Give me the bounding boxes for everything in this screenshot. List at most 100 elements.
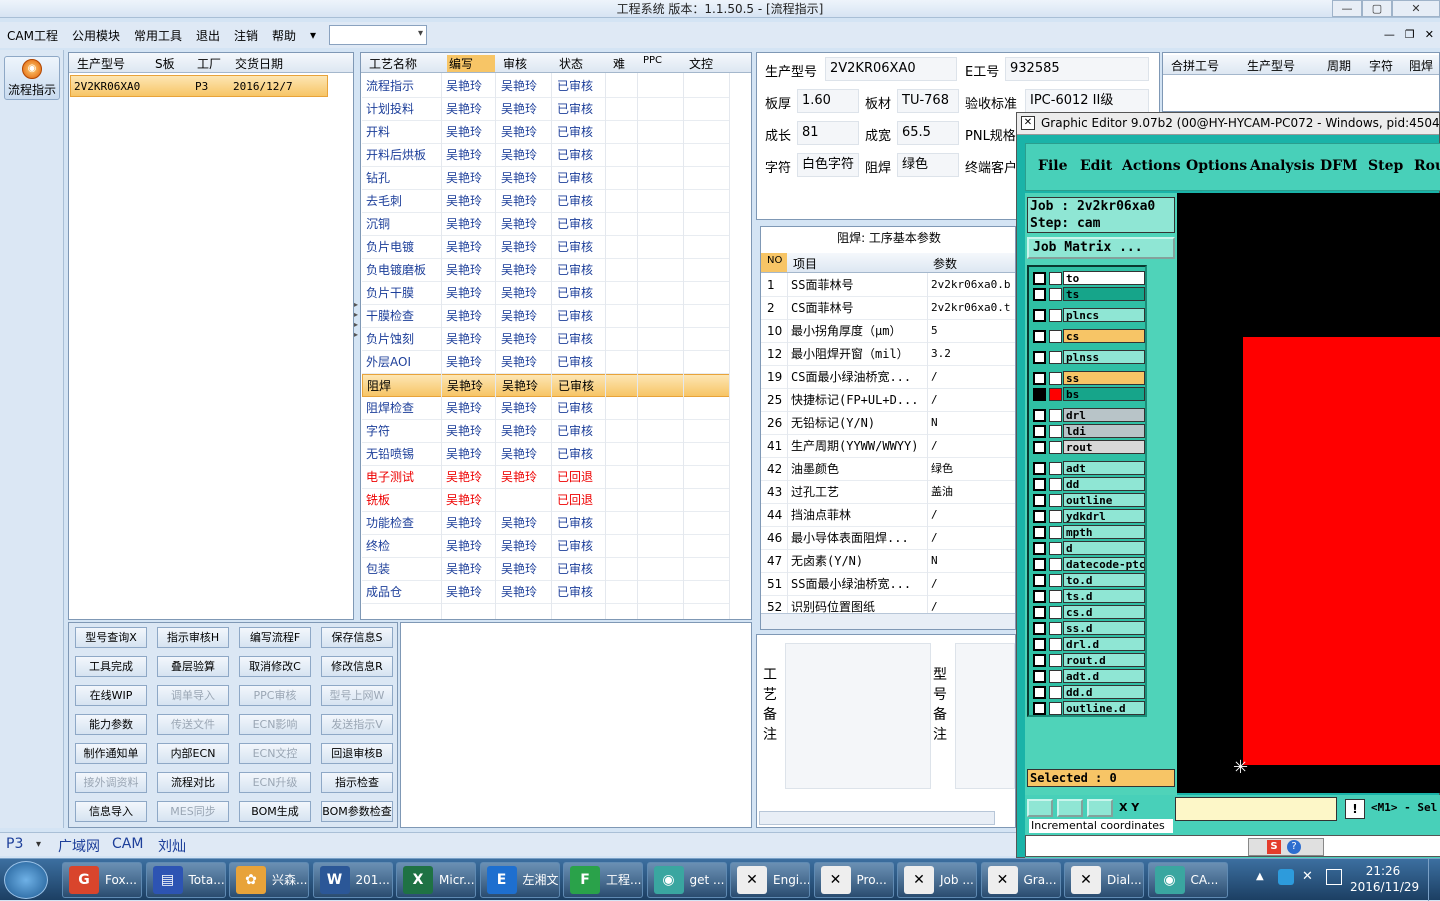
- action-button[interactable]: 在线WIP: [75, 685, 147, 706]
- action-button[interactable]: MES同步: [157, 801, 229, 822]
- ge-menu-options[interactable]: Options: [1186, 158, 1247, 174]
- layer-checkbox[interactable]: [1033, 574, 1046, 587]
- layer-checkbox[interactable]: [1033, 494, 1046, 507]
- status-factory[interactable]: P3: [6, 836, 23, 852]
- col-sboard[interactable]: S板: [155, 55, 175, 72]
- process-row[interactable]: 功能检查 吴艳玲 吴艳玲 已审核: [362, 512, 730, 535]
- param-row[interactable]: 43 过孔工艺 盖油: [761, 481, 1015, 504]
- menu-overflow[interactable]: ▾: [303, 28, 323, 42]
- layer-item[interactable]: to: [1031, 271, 1147, 286]
- action-button[interactable]: 信息导入: [75, 801, 147, 822]
- layer-checkbox[interactable]: [1033, 590, 1046, 603]
- ge-tool-icon-2[interactable]: [1057, 799, 1083, 817]
- param-row[interactable]: 19 CS面最小绿油桥宽... /: [761, 366, 1015, 389]
- param-row[interactable]: 25 快捷标记(FP+UL+D... /: [761, 389, 1015, 412]
- layer-item[interactable]: drl.d: [1031, 637, 1147, 652]
- layer-swatch[interactable]: [1049, 388, 1062, 401]
- process-row[interactable]: 阻焊检查 吴艳玲 吴艳玲 已审核: [362, 397, 730, 420]
- layer-swatch[interactable]: [1049, 478, 1062, 491]
- layer-swatch[interactable]: [1049, 702, 1062, 715]
- order-row[interactable]: 2V2KR06XA0 P3 2016/12/7: [70, 75, 328, 97]
- notes-hscroll[interactable]: [759, 811, 995, 825]
- process-row[interactable]: 计划投料 吴艳玲 吴艳玲 已审核: [362, 98, 730, 121]
- flow-button[interactable]: ◉ 流程指示: [4, 56, 60, 100]
- process-row[interactable]: 阻焊 吴艳玲 吴艳玲 已审核: [362, 374, 730, 397]
- ge-tool-icon-3[interactable]: [1087, 799, 1113, 817]
- menu-combo[interactable]: [329, 25, 428, 45]
- action-button[interactable]: PPC审核: [239, 685, 311, 706]
- col-no[interactable]: NO: [761, 253, 787, 272]
- col-status[interactable]: 状态: [559, 55, 583, 72]
- ge-menu-step[interactable]: Step: [1368, 158, 1403, 174]
- process-row[interactable]: 无铅喷锡 吴艳玲 吴艳玲 已审核: [362, 443, 730, 466]
- layer-checkbox[interactable]: [1033, 462, 1046, 475]
- process-row[interactable]: 去毛刺 吴艳玲 吴艳玲 已审核: [362, 190, 730, 213]
- param-row[interactable]: 51 SS面最小绿油桥宽... /: [761, 573, 1015, 596]
- status-factory-dropdown-icon[interactable]: ▾: [36, 839, 41, 850]
- param-row[interactable]: 41 生产周期(YYWW/WWYY) /: [761, 435, 1015, 458]
- minimize-button[interactable]: —: [1332, 0, 1362, 17]
- taskbar-item[interactable]: W 201...: [312, 862, 393, 898]
- layer-item[interactable]: ss.d: [1031, 621, 1147, 636]
- action-button[interactable]: 保存信息S: [321, 627, 393, 648]
- layer-item[interactable]: outline: [1031, 493, 1147, 508]
- layer-item[interactable]: mpth: [1031, 525, 1147, 540]
- action-button[interactable]: 回退审核B: [321, 743, 393, 764]
- col-item[interactable]: 项目: [793, 255, 817, 272]
- layer-swatch[interactable]: [1049, 590, 1062, 603]
- action-button[interactable]: 调单导入: [157, 685, 229, 706]
- ge-menu-file[interactable]: File: [1038, 158, 1067, 174]
- taskbar-item[interactable]: ✕ Pro...: [813, 862, 894, 898]
- layer-checkbox[interactable]: [1033, 670, 1046, 683]
- layer-swatch[interactable]: [1049, 526, 1062, 539]
- layer-swatch[interactable]: [1049, 272, 1062, 285]
- layer-swatch[interactable]: [1049, 670, 1062, 683]
- layer-item[interactable]: drl: [1031, 408, 1147, 423]
- layer-checkbox[interactable]: [1033, 686, 1046, 699]
- ime-s-icon[interactable]: S: [1267, 840, 1281, 854]
- process-row[interactable]: 电子测试 吴艳玲 吴艳玲 已回退: [362, 466, 730, 489]
- process-row[interactable]: 外层AOI 吴艳玲 吴艳玲 已审核: [362, 351, 730, 374]
- process-row[interactable]: 沉铜 吴艳玲 吴艳玲 已审核: [362, 213, 730, 236]
- layer-item[interactable]: ydkdrl: [1031, 509, 1147, 524]
- layer-item[interactable]: to.d: [1031, 573, 1147, 588]
- job-matrix-button[interactable]: Job Matrix ...: [1027, 237, 1175, 259]
- ge-alert-icon[interactable]: !: [1345, 799, 1365, 819]
- menu-cam[interactable]: CAM工程: [0, 27, 65, 44]
- layer-checkbox[interactable]: [1033, 510, 1046, 523]
- ge-menu-dfm[interactable]: DFM: [1320, 158, 1358, 174]
- layer-item[interactable]: ss: [1031, 371, 1147, 386]
- start-button[interactable]: [4, 861, 48, 899]
- process-row[interactable]: 钻孔 吴艳玲 吴艳玲 已审核: [362, 167, 730, 190]
- taskbar-item[interactable]: ✕ Gra...: [980, 862, 1061, 898]
- show-desktop-button[interactable]: [1428, 859, 1440, 901]
- ge-tool-icon-1[interactable]: [1027, 799, 1053, 817]
- param-row[interactable]: 12 最小阻焊开窗（mil） 3.2: [761, 343, 1015, 366]
- action-button[interactable]: 型号上网W: [321, 685, 393, 706]
- layer-checkbox[interactable]: [1033, 606, 1046, 619]
- layer-checkbox[interactable]: [1033, 441, 1046, 454]
- process-row[interactable]: 负电镀磨板 吴艳玲 吴艳玲 已审核: [362, 259, 730, 282]
- col-param[interactable]: 参数: [933, 255, 957, 272]
- tray-app-icon[interactable]: [1278, 869, 1294, 885]
- action-button[interactable]: 发送指示V: [321, 714, 393, 735]
- action-button[interactable]: ECN升级: [239, 772, 311, 793]
- action-button[interactable]: 流程对比: [157, 772, 229, 793]
- param-row[interactable]: 42 油墨颜色 绿色: [761, 458, 1015, 481]
- ime-toolbar[interactable]: S ?: [1248, 838, 1324, 856]
- action-button[interactable]: 型号查询X: [75, 627, 147, 648]
- action-button[interactable]: 传送文件: [157, 714, 229, 735]
- layer-item[interactable]: cs.d: [1031, 605, 1147, 620]
- mdi-minimize-button[interactable]: —: [1384, 28, 1395, 41]
- layer-item[interactable]: cs: [1031, 329, 1147, 344]
- param-row[interactable]: 26 无铅标记(Y/N) N: [761, 412, 1015, 435]
- layer-item[interactable]: rout: [1031, 440, 1147, 455]
- ge-command-input[interactable]: [1175, 797, 1337, 821]
- taskbar-item[interactable]: F 工程...: [563, 862, 643, 898]
- layer-checkbox[interactable]: [1033, 654, 1046, 667]
- layer-swatch[interactable]: [1049, 622, 1062, 635]
- action-button[interactable]: 工具完成: [75, 656, 147, 677]
- col-reviewer[interactable]: 审核: [503, 55, 527, 72]
- maximize-button[interactable]: ▢: [1362, 0, 1392, 17]
- layer-checkbox[interactable]: [1033, 478, 1046, 491]
